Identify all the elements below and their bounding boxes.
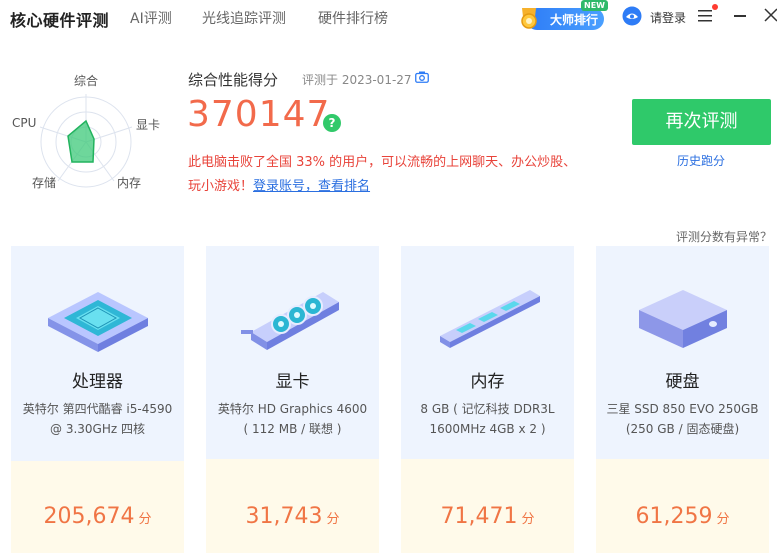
card-divider-notch xyxy=(11,443,184,461)
card-score-unit: 分 xyxy=(138,512,152,527)
score-heading: 综合性能得分 xyxy=(188,71,279,89)
card-score-value: 205,674 xyxy=(43,504,135,529)
score-abnormal-link[interactable]: 评测分数有异常？ xyxy=(676,228,772,245)
score-description-line2-text: 玩小游戏！ xyxy=(188,179,254,194)
tab-ray-tracing[interactable]: 光线追踪评测 xyxy=(202,8,286,28)
notification-dot xyxy=(712,4,718,10)
card-score-unit: 分 xyxy=(326,512,340,527)
user-avatar-icon[interactable] xyxy=(622,6,642,26)
help-icon[interactable]: ? xyxy=(323,114,341,132)
card-spec: 三星 SSD 850 EVO 250GB (250 GB / 固态硬盘) xyxy=(606,402,759,436)
trophy-icon xyxy=(521,8,537,29)
retest-button[interactable]: 再次评测 xyxy=(632,99,771,145)
radar-label-memory: 内存 xyxy=(117,176,142,190)
master-ranking-label: 大师排行 xyxy=(550,13,599,27)
radar-label-overall: 综合 xyxy=(74,74,99,88)
app-title: 核心硬件评测 xyxy=(10,11,110,30)
radar-label-gpu: 显卡 xyxy=(136,118,161,132)
new-badge: NEW xyxy=(581,0,608,11)
card-score-unit: 分 xyxy=(716,512,730,527)
cpu-chip-icon xyxy=(48,292,148,352)
card-score-value: 71,471 xyxy=(440,504,518,529)
hardware-card-cpu[interactable]: 处理器 英特尔 第四代酷睿 i5-4590 @ 3.30GHz 四核 205,6… xyxy=(11,246,184,553)
history-scores-link[interactable]: 历史跑分 xyxy=(677,152,725,169)
memory-stick-icon xyxy=(440,290,540,348)
score-description-line1: 此电脑击败了全国 33% 的用户，可以流畅的上网聊天、办公炒股、 xyxy=(188,155,577,170)
tab-ai-test[interactable]: AI评测 xyxy=(130,8,172,28)
card-score: 61,259 分 xyxy=(596,504,769,529)
hardware-card-memory[interactable]: 内存 8 GB ( 记忆科技 DDR3L 1600MHz 4GB x 2 ) 7… xyxy=(401,246,574,553)
radar-label-storage: 存储 xyxy=(32,176,57,190)
card-score-value: 61,259 xyxy=(635,504,713,529)
radar-label-cpu: CPU xyxy=(12,116,37,130)
tab-hardware-ranking[interactable]: 硬件排行榜 xyxy=(318,8,388,28)
minimize-icon[interactable] xyxy=(734,15,746,17)
view-ranking-link[interactable]: 登录账号，查看排名 xyxy=(253,179,370,194)
login-link[interactable]: 请登录 xyxy=(650,9,686,26)
card-score-value: 31,743 xyxy=(245,504,323,529)
hardware-card-disk[interactable]: 硬盘 三星 SSD 850 EVO 250GB (250 GB / 固态硬盘) … xyxy=(596,246,769,553)
card-title: 处理器 xyxy=(72,372,123,392)
camera-icon[interactable] xyxy=(415,71,429,83)
hard-disk-icon xyxy=(639,290,727,348)
card-score-unit: 分 xyxy=(521,512,535,527)
card-score: 205,674 分 xyxy=(11,504,184,529)
master-ranking-button[interactable]: 大师排行 NEW xyxy=(516,0,608,30)
card-title: 显卡 xyxy=(275,372,310,392)
top-bar: 核心硬件评测 AI评测 光线追踪评测 硬件排行榜 大师排行 NEW 请登录 xyxy=(0,0,777,34)
hardware-card-gpu[interactable]: 显卡 英特尔 HD Graphics 4600 ( 112 MB / 联想 ) … xyxy=(206,246,379,553)
card-title: 硬盘 xyxy=(665,372,700,392)
graphics-card-icon xyxy=(241,292,339,350)
performance-radar-chart: 综合 显卡 内存 存储 CPU xyxy=(8,66,173,196)
card-title: 内存 xyxy=(470,372,505,392)
close-icon[interactable] xyxy=(764,8,777,22)
card-score: 31,743 分 xyxy=(206,504,379,529)
card-score: 71,471 分 xyxy=(401,504,574,529)
card-spec: 英特尔 HD Graphics 4600 ( 112 MB / 联想 ) xyxy=(217,402,368,436)
test-date: 评测于 2023-01-27 xyxy=(302,73,412,87)
menu-icon[interactable] xyxy=(698,10,712,22)
card-spec: 8 GB ( 记忆科技 DDR3L 1600MHz 4GB x 2 ) xyxy=(420,402,555,436)
overall-score: 370147 xyxy=(187,94,331,135)
card-spec: 英特尔 第四代酷睿 i5-4590 @ 3.30GHz 四核 xyxy=(22,402,173,436)
score-description-line2: 玩小游戏！登录账号，查看排名 xyxy=(188,175,370,194)
